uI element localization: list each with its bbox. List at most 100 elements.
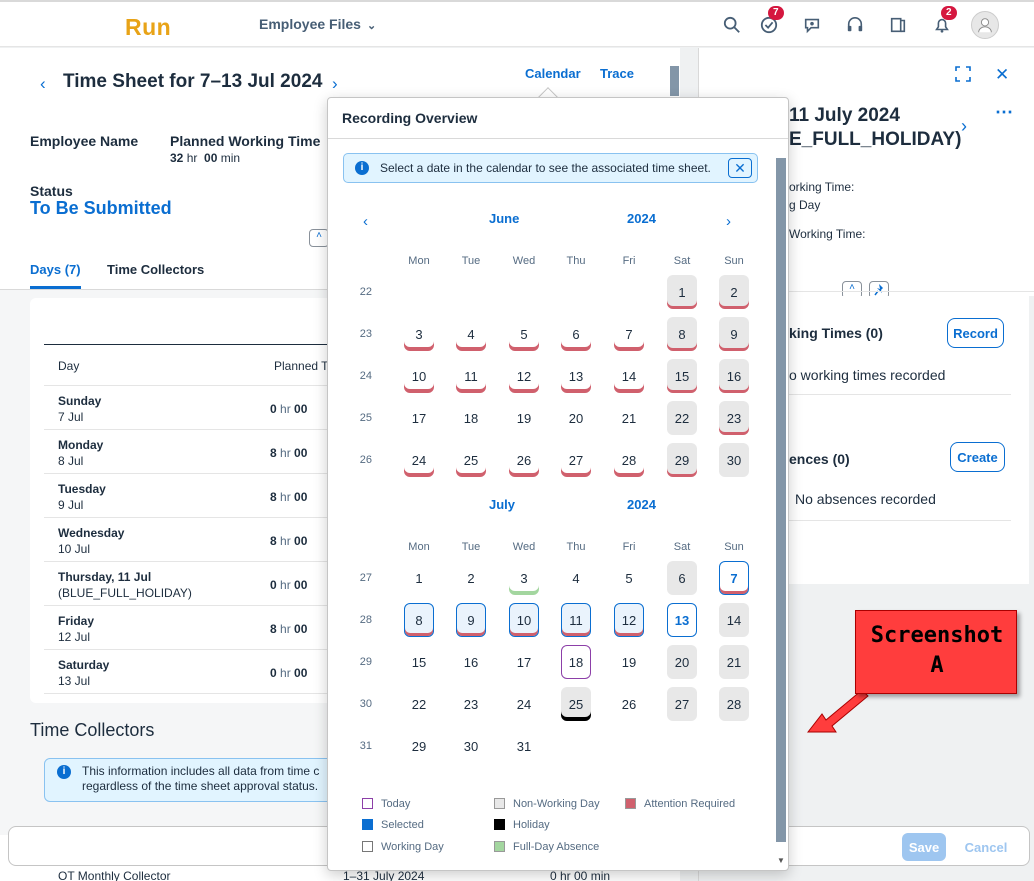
calendar-day[interactable]: 15 bbox=[667, 359, 697, 393]
help-book-icon[interactable] bbox=[886, 13, 910, 37]
search-icon[interactable] bbox=[720, 13, 744, 37]
table-row[interactable]: Wednesday 10 Jul 8 hr 00 bbox=[44, 518, 344, 562]
calendar-day[interactable]: 25 bbox=[456, 443, 486, 477]
table-row[interactable]: Saturday 13 Jul 0 hr 00 bbox=[44, 650, 344, 694]
calendar-day[interactable]: 12 bbox=[614, 603, 644, 637]
calendar-day[interactable]: 4 bbox=[456, 317, 486, 351]
calendar-link[interactable]: Calendar bbox=[525, 66, 581, 81]
calendar-day[interactable]: 20 bbox=[667, 645, 697, 679]
calendar-day[interactable]: 20 bbox=[561, 401, 591, 435]
headset-icon[interactable] bbox=[843, 13, 867, 37]
calendar-day[interactable]: 31 bbox=[509, 729, 539, 763]
calendar-day[interactable]: 19 bbox=[509, 401, 539, 435]
calendar-day[interactable]: 4 bbox=[561, 561, 591, 595]
calendar-day[interactable]: 14 bbox=[614, 359, 644, 393]
calendar-day[interactable]: 16 bbox=[719, 359, 749, 393]
tasks-icon[interactable]: 7 bbox=[757, 6, 784, 37]
table-row[interactable]: Monday 8 Jul 8 hr 00 bbox=[44, 430, 344, 474]
calendar-day[interactable]: 6 bbox=[561, 317, 591, 351]
calendar-day[interactable]: 3 bbox=[404, 317, 434, 351]
calendar-day[interactable]: 11 bbox=[561, 603, 591, 637]
calendar-day[interactable]: 11 bbox=[456, 359, 486, 393]
previous-month-icon[interactable]: ‹ bbox=[363, 213, 368, 230]
calendar-day[interactable]: 13 bbox=[667, 603, 697, 637]
record-button[interactable]: Record bbox=[947, 318, 1004, 348]
calendar-day[interactable]: 22 bbox=[404, 687, 434, 721]
calendar-day[interactable]: 3 bbox=[509, 561, 539, 595]
calendar-day[interactable]: 30 bbox=[456, 729, 486, 763]
calendar-day[interactable]: 8 bbox=[404, 603, 434, 637]
user-avatar[interactable] bbox=[971, 11, 999, 39]
month-label[interactable]: July bbox=[489, 497, 515, 512]
calendar-day[interactable]: 27 bbox=[667, 687, 697, 721]
popover-scrollbar[interactable]: ▲ ▼ bbox=[775, 156, 787, 868]
calendar-day[interactable]: 21 bbox=[614, 401, 644, 435]
calendar-day[interactable]: 9 bbox=[719, 317, 749, 351]
calendar-day[interactable]: 18 bbox=[561, 645, 591, 679]
app-menu-button[interactable]: Employee Files ⌄ bbox=[259, 16, 376, 32]
calendar-day[interactable]: 21 bbox=[719, 645, 749, 679]
calendar-day[interactable]: 30 bbox=[719, 443, 749, 477]
next-day-icon[interactable]: › bbox=[961, 116, 967, 137]
calendar-day[interactable]: 9 bbox=[456, 603, 486, 637]
calendar-day[interactable]: 5 bbox=[509, 317, 539, 351]
previous-week-icon[interactable]: ‹ bbox=[40, 74, 46, 94]
collapse-header-button[interactable]: ˄ bbox=[309, 229, 329, 247]
calendar-day[interactable]: 16 bbox=[456, 645, 486, 679]
app-logo[interactable]: Run bbox=[125, 14, 171, 41]
calendar-day[interactable]: 2 bbox=[719, 275, 749, 309]
create-button[interactable]: Create bbox=[950, 442, 1005, 472]
more-options-icon[interactable]: ⋯ bbox=[995, 102, 1013, 123]
calendar-day[interactable]: 8 bbox=[667, 317, 697, 351]
calendar-day[interactable]: 28 bbox=[614, 443, 644, 477]
calendar-day[interactable]: 17 bbox=[404, 401, 434, 435]
calendar-day[interactable]: 24 bbox=[404, 443, 434, 477]
calendar-day[interactable]: 1 bbox=[404, 561, 434, 595]
calendar-day[interactable]: 1 bbox=[667, 275, 697, 309]
calendar-day[interactable]: 12 bbox=[509, 359, 539, 393]
calendar-day[interactable]: 13 bbox=[561, 359, 591, 393]
calendar-day[interactable]: 10 bbox=[404, 359, 434, 393]
calendar-day[interactable]: 2 bbox=[456, 561, 486, 595]
next-week-icon[interactable]: › bbox=[332, 74, 338, 94]
year-label[interactable]: 2024 bbox=[627, 497, 656, 512]
calendar-day[interactable]: 15 bbox=[404, 645, 434, 679]
save-button[interactable]: Save bbox=[902, 833, 946, 861]
year-label[interactable]: 2024 bbox=[627, 211, 656, 226]
calendar-day[interactable]: 27 bbox=[561, 443, 591, 477]
calendar-day[interactable]: 26 bbox=[509, 443, 539, 477]
calendar-day[interactable]: 6 bbox=[667, 561, 697, 595]
bell-icon[interactable]: 2 bbox=[930, 6, 957, 37]
calendar-day[interactable]: 24 bbox=[509, 687, 539, 721]
calendar-day[interactable]: 29 bbox=[667, 443, 697, 477]
calendar-day[interactable]: 18 bbox=[456, 401, 486, 435]
close-icon[interactable]: ✕ bbox=[995, 65, 1009, 85]
calendar-day[interactable]: 23 bbox=[456, 687, 486, 721]
calendar-day[interactable]: 19 bbox=[614, 645, 644, 679]
calendar-day[interactable]: 10 bbox=[509, 603, 539, 637]
calendar-day[interactable]: 22 bbox=[667, 401, 697, 435]
fullscreen-icon[interactable] bbox=[955, 66, 971, 87]
trace-link[interactable]: Trace bbox=[600, 66, 634, 81]
calendar-day[interactable]: 5 bbox=[614, 561, 644, 595]
cancel-button[interactable]: Cancel bbox=[961, 833, 1011, 861]
calendar-day[interactable]: 28 bbox=[719, 687, 749, 721]
table-row[interactable]: Tuesday 9 Jul 8 hr 00 bbox=[44, 474, 344, 518]
table-row[interactable]: Friday 12 Jul 8 hr 00 bbox=[44, 606, 344, 650]
calendar-day[interactable]: 29 bbox=[404, 729, 434, 763]
calendar-day[interactable]: 26 bbox=[614, 687, 644, 721]
table-row[interactable]: Thursday, 11 Jul (BLUE_FULL_HOLIDAY) 0 hr … bbox=[44, 562, 344, 606]
next-month-icon[interactable]: › bbox=[726, 213, 731, 230]
calendar-day[interactable]: 25 bbox=[561, 687, 591, 721]
month-label[interactable]: June bbox=[489, 211, 519, 226]
calendar-day[interactable]: 7 bbox=[719, 561, 749, 595]
chat-icon[interactable] bbox=[800, 13, 824, 37]
close-info-icon[interactable]: ✕ bbox=[728, 158, 752, 178]
tab-time-collectors[interactable]: Time Collectors bbox=[107, 262, 204, 277]
tab-days[interactable]: Days (7) bbox=[30, 262, 81, 277]
table-row[interactable]: Sunday 7 Jul 0 hr 00 bbox=[44, 386, 344, 430]
calendar-day[interactable]: 17 bbox=[509, 645, 539, 679]
calendar-day[interactable]: 7 bbox=[614, 317, 644, 351]
calendar-day[interactable]: 14 bbox=[719, 603, 749, 637]
calendar-day[interactable]: 23 bbox=[719, 401, 749, 435]
